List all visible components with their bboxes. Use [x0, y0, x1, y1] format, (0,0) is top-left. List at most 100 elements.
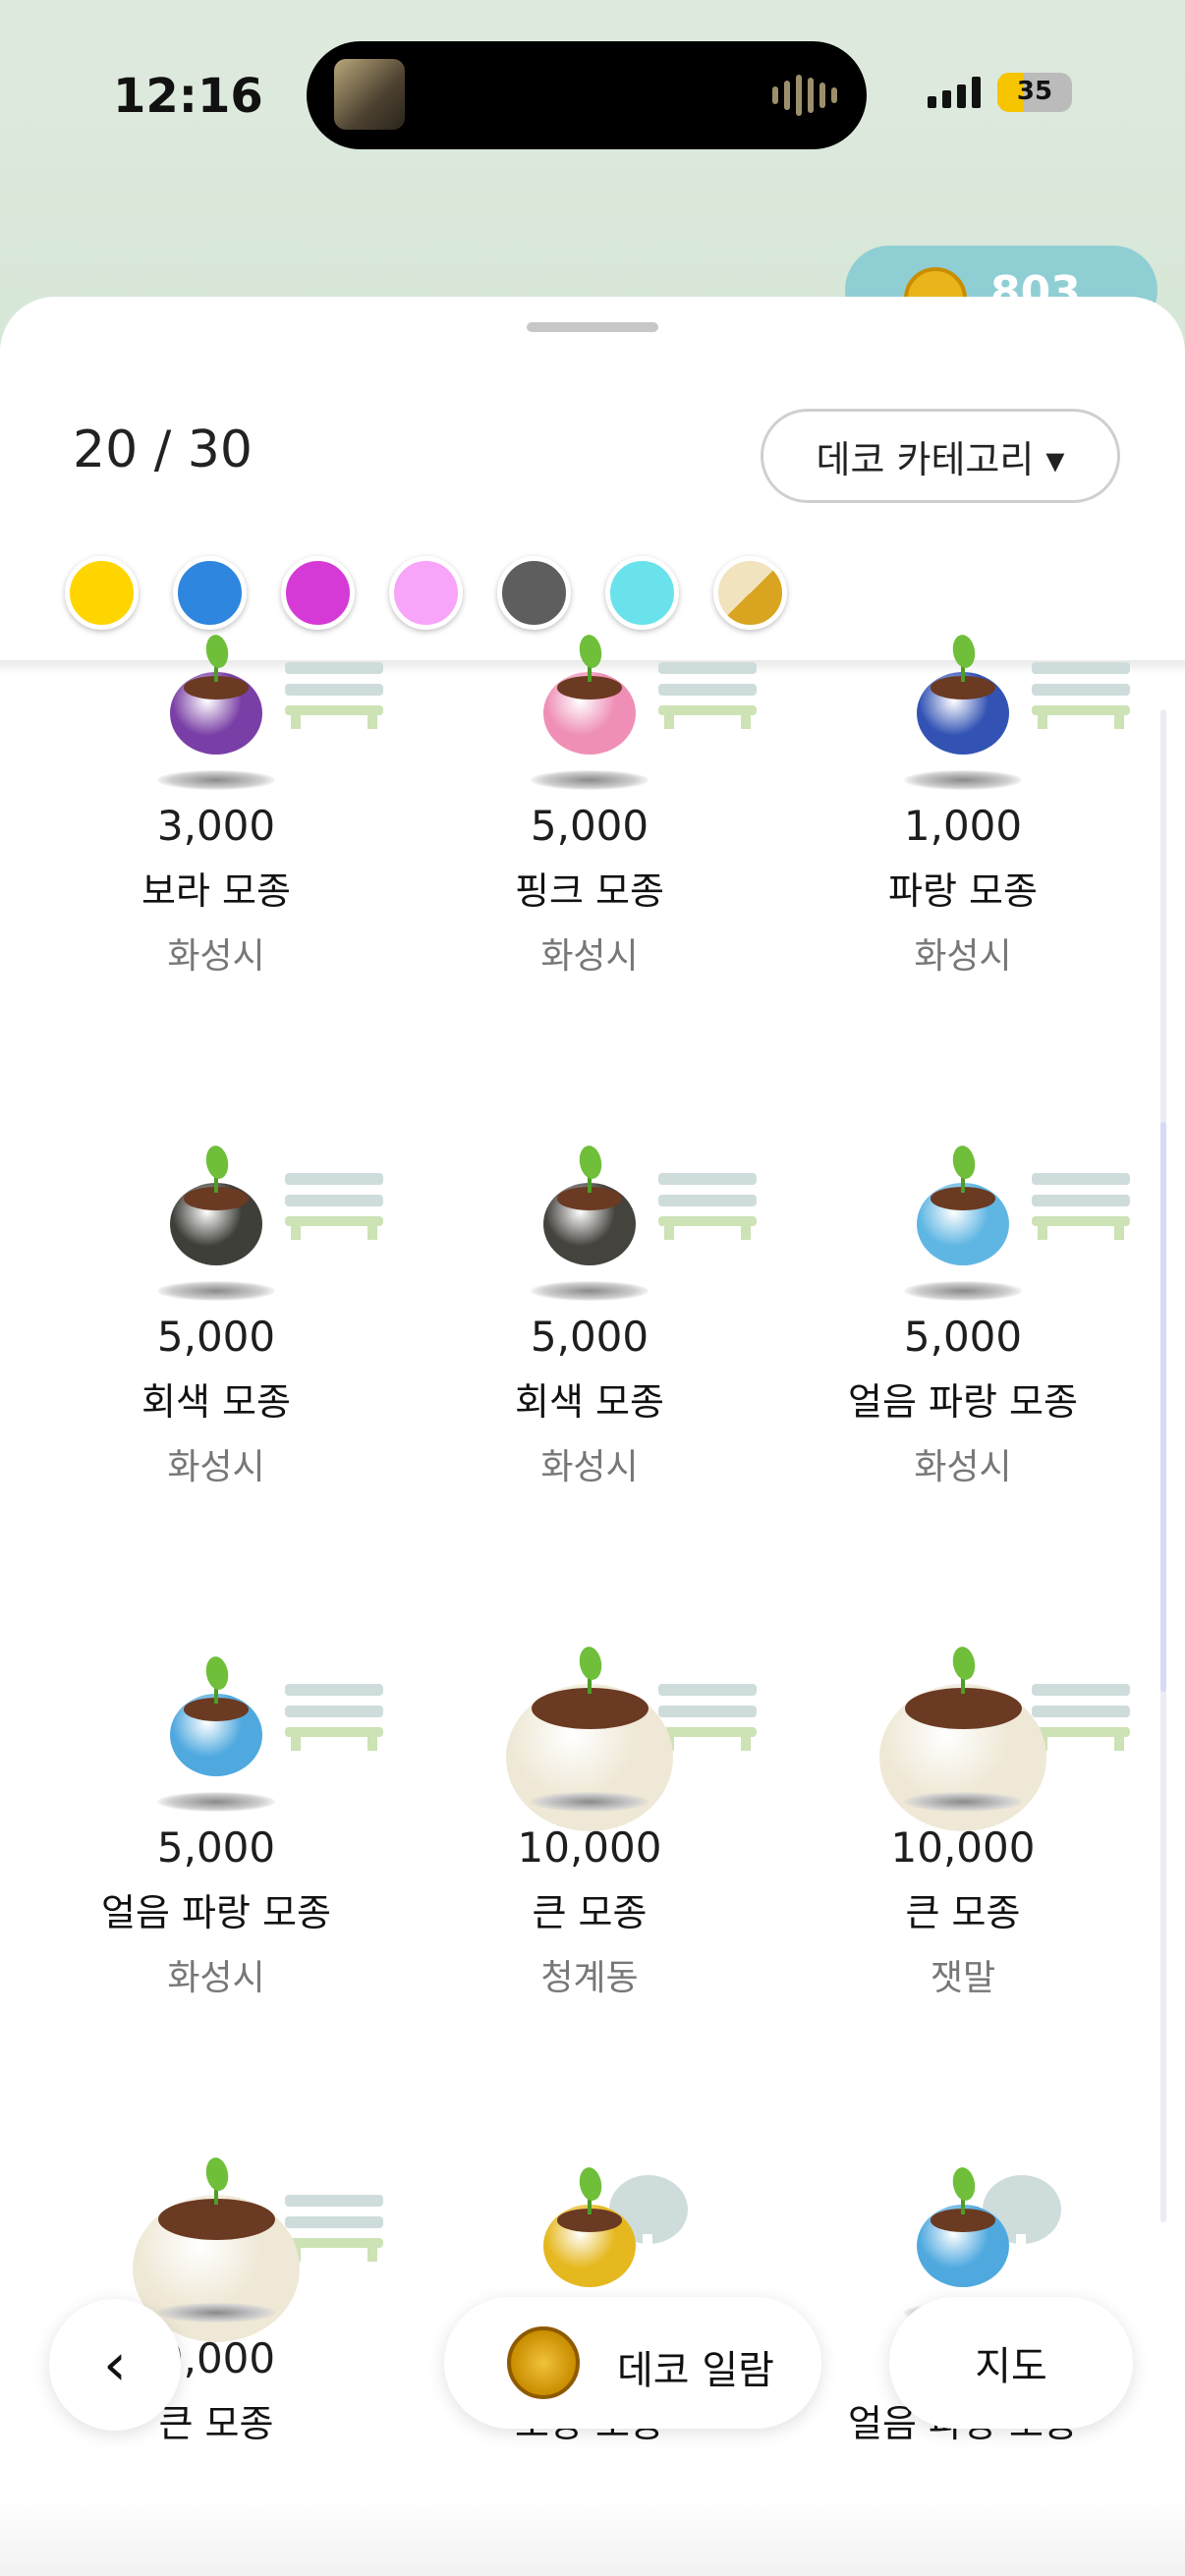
item-location: 청계동 [540, 1958, 639, 1998]
back-button[interactable]: ‹ [49, 2299, 181, 2431]
bench-icon [1032, 662, 1130, 731]
chevron-left-icon: ‹ [103, 2330, 127, 2399]
item-location: 화성시 [167, 1958, 265, 1998]
collection-counter: 20 / 30 [73, 420, 253, 479]
item-price: 3,000 [156, 802, 276, 850]
soil [531, 1688, 649, 1729]
soil [904, 1688, 1022, 1729]
ground-shadow [531, 1792, 649, 1812]
ground-shadow [531, 1281, 649, 1301]
color-filter-gray[interactable] [497, 556, 571, 630]
map-button[interactable]: 지도 [889, 2297, 1133, 2429]
item-name: 얼음 파랑 모종 [101, 1891, 331, 1934]
deco-sheet: 20 / 30 데코 카테고리 ▾ 3,000 보라 모종화성시 5,000 핑크 모… [0, 297, 1185, 2576]
bottom-fade [0, 2495, 1185, 2576]
sprout-leaf-icon [950, 633, 978, 670]
deco-list-button[interactable]: 데코 일람 [444, 2297, 821, 2429]
deco-item[interactable]: 5,000 얼음 파랑 모종화성시 [29, 1654, 403, 2175]
item-location: 화성시 [167, 1447, 265, 1487]
bench-icon [658, 1684, 757, 1753]
fence-icon [285, 662, 383, 731]
ground-shadow [531, 770, 649, 790]
deco-preview [403, 633, 776, 819]
item-name: 큰 모종 [905, 1891, 1021, 1934]
bench-icon [285, 2195, 383, 2264]
sheet-drag-handle[interactable] [527, 322, 658, 332]
ground-shadow [157, 1792, 275, 1812]
deco-item[interactable]: 5,000 회색 모종화성시 [29, 1144, 403, 1664]
ground-shadow [157, 2303, 275, 2323]
deco-list-label: 데코 일람 [617, 2348, 774, 2393]
color-filter-pink[interactable] [389, 556, 463, 630]
deco-preview [776, 1144, 1150, 1330]
deco-preview [776, 1645, 1150, 1841]
battery-icon: 35 [997, 73, 1072, 112]
color-filter-magenta[interactable] [281, 556, 355, 630]
item-price: 5,000 [903, 1313, 1023, 1361]
item-location: 화성시 [167, 936, 265, 977]
status-bar: 12:16 35 [0, 0, 1185, 196]
item-name: 파랑 모종 [888, 869, 1038, 913]
bench-icon [658, 1173, 757, 1242]
item-price: 5,000 [156, 1313, 276, 1361]
item-name: 회색 모종 [515, 1380, 664, 1424]
deco-item[interactable]: 3,000 보라 모종화성시 [29, 633, 403, 1153]
deco-preview [29, 1654, 403, 1841]
item-price: 10,000 [890, 1823, 1036, 1872]
item-price: 10,000 [517, 1823, 662, 1872]
dynamic-island[interactable] [307, 41, 867, 149]
fence-icon [658, 662, 757, 731]
item-name: 회색 모종 [141, 1380, 291, 1424]
deco-item[interactable]: 10,000 큰 모종청계동 [403, 1645, 776, 2175]
item-location: 잿말 [930, 1958, 996, 1998]
deco-preview [29, 1144, 403, 1330]
item-price: 1,000 [903, 802, 1023, 850]
deco-preview [403, 1144, 776, 1330]
sprout-leaf-icon [577, 633, 604, 670]
ground-shadow [157, 770, 275, 790]
category-dropdown[interactable]: 데코 카테고리 ▾ [761, 409, 1120, 503]
color-filter-cyan[interactable] [605, 556, 679, 630]
soil [157, 2199, 275, 2240]
color-filter-row [65, 556, 787, 630]
battery-level: 35 [1016, 77, 1053, 106]
color-filter-blue[interactable] [173, 556, 247, 630]
item-location: 화성시 [914, 1447, 1012, 1487]
scrollbar-thumb[interactable] [1160, 1122, 1166, 1692]
item-price: 5,000 [530, 802, 649, 850]
deco-preview [403, 1645, 776, 1841]
item-location: 화성시 [540, 1447, 639, 1487]
deco-preview [29, 633, 403, 819]
color-filter-yellow[interactable] [65, 556, 139, 630]
item-name: 보라 모종 [141, 869, 291, 913]
audio-wave-icon [772, 73, 837, 118]
item-price: 5,000 [156, 1823, 276, 1872]
scrollbar-track[interactable] [1160, 709, 1166, 2222]
ground-shadow [904, 1281, 1022, 1301]
album-art-icon [334, 59, 405, 130]
sprout-leaf-icon [203, 633, 231, 670]
deco-item[interactable]: 5,000 회색 모종화성시 [403, 1144, 776, 1664]
deco-item[interactable]: 1,000 파랑 모종화성시 [776, 633, 1150, 1153]
bench-icon [1032, 1173, 1130, 1242]
color-filter-gold-split[interactable] [713, 556, 787, 630]
signal-icon [928, 77, 981, 108]
item-price: 5,000 [530, 1313, 649, 1361]
bench-icon [285, 1684, 383, 1753]
deco-badge-icon [507, 2326, 580, 2399]
item-name: 핑크 모종 [515, 869, 664, 913]
deco-item[interactable]: 10,000 큰 모종잿말 [776, 1645, 1150, 2175]
ground-shadow [904, 770, 1022, 790]
item-location: 화성시 [914, 936, 1012, 977]
ground-shadow [157, 1281, 275, 1301]
ground-shadow [904, 1792, 1022, 1812]
deco-item[interactable]: 5,000 핑크 모종화성시 [403, 633, 776, 1153]
bench-icon [285, 1173, 383, 1242]
status-time: 12:16 [113, 69, 263, 124]
item-location: 화성시 [540, 936, 639, 977]
deco-preview [776, 633, 1150, 819]
bench-icon [1032, 1684, 1130, 1753]
item-name: 얼음 파랑 모종 [848, 1380, 1078, 1424]
deco-item[interactable]: 5,000 얼음 파랑 모종화성시 [776, 1144, 1150, 1664]
item-name: 큰 모종 [532, 1891, 648, 1934]
